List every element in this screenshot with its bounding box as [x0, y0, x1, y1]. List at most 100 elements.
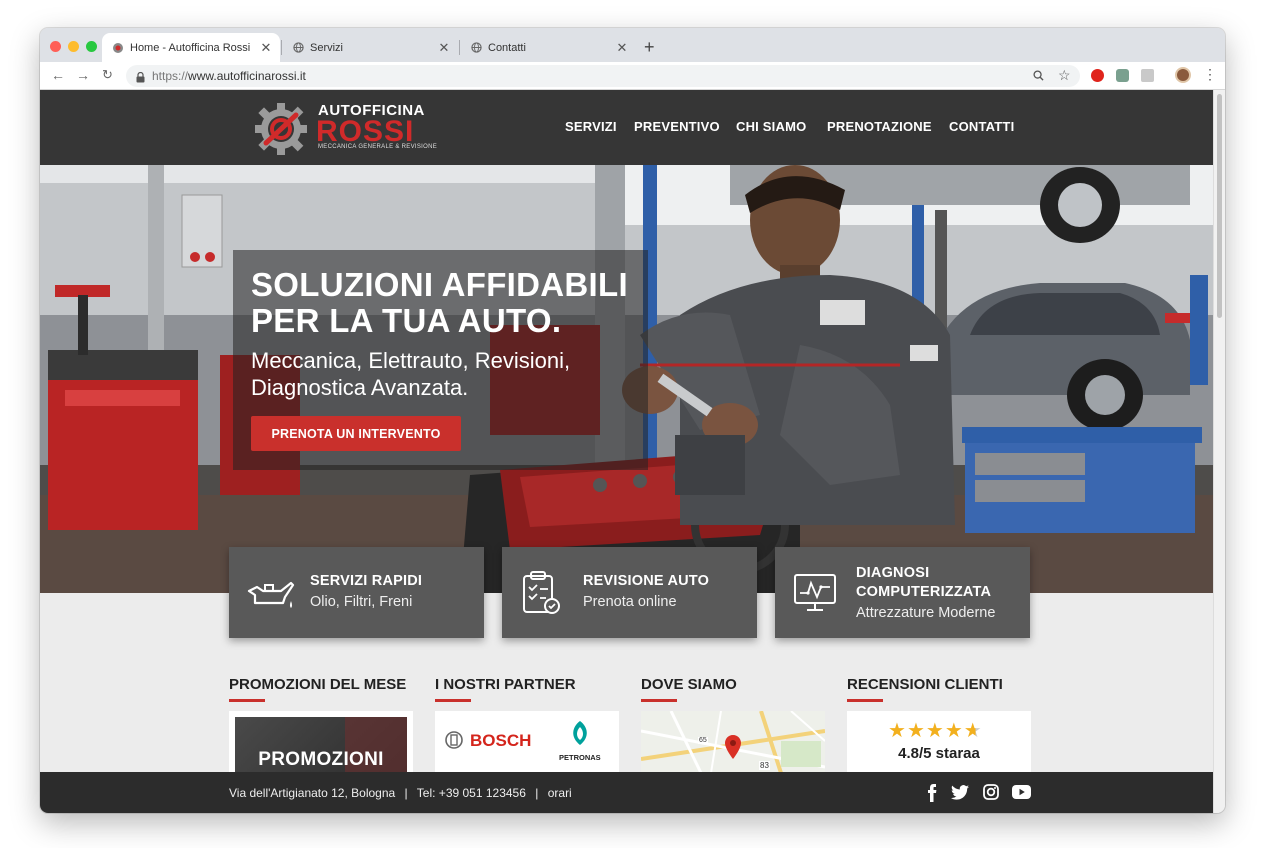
- feature-subtitle: Olio, Filtri, Freni: [310, 594, 413, 610]
- extension-icon[interactable]: [1116, 69, 1129, 82]
- feature-title-line2: COMPUTERIZZATA: [856, 584, 992, 600]
- logo-tagline: MECCANICA GENERALE & REVISIONE: [318, 144, 438, 150]
- window-controls: [50, 41, 97, 52]
- location-section-title: DOVE SIAMO: [641, 676, 737, 693]
- forward-arrow-icon[interactable]: →: [76, 67, 90, 83]
- section-underline: [847, 699, 883, 702]
- tab-title: Contatti: [488, 41, 526, 54]
- bookmark-star-icon[interactable]: ☆: [1058, 67, 1071, 84]
- facebook-icon[interactable]: [926, 784, 938, 802]
- browser-toolbar: ← → ↻ https://www.autofficinarossi.it ☆ …: [40, 62, 1225, 90]
- section-underline: [229, 699, 265, 702]
- tab-contatti[interactable]: Contatti ✕: [460, 33, 636, 62]
- bosch-logo-icon: [445, 731, 463, 749]
- hero-subtitle-line2: Diagnostica Avanzata.: [251, 375, 469, 400]
- hero-title-line1: SOLUZIONI AFFIDABILI: [251, 266, 628, 303]
- tab-home[interactable]: Home - Autofficina Rossi ✕: [102, 33, 280, 62]
- nav-preventivo[interactable]: PREVENTIVO: [634, 119, 720, 134]
- url-scheme: https://: [152, 69, 189, 83]
- hero-banner: SOLUZIONI AFFIDABILI PER LA TUA AUTO. Me…: [40, 165, 1213, 593]
- minimize-window-button[interactable]: [68, 41, 79, 52]
- extension-icon[interactable]: [1141, 69, 1154, 82]
- nav-contatti[interactable]: CONTATTI: [949, 119, 1014, 134]
- hero-subtitle-line1: Meccanica, Elettrauto, Revisioni,: [251, 348, 571, 373]
- web-page: AUTOFFICINA ROSSI MECCANICA GENERALE & R…: [40, 90, 1213, 813]
- feature-card-revisione[interactable]: REVISIONE AUTO Prenota online: [502, 547, 757, 638]
- feature-title: DIAGNOSI COMPUTERIZZATA: [856, 564, 991, 602]
- profile-avatar[interactable]: [1175, 67, 1191, 83]
- hero-subtitle: Meccanica, Elettrauto, Revisioni, Diagno…: [251, 347, 570, 401]
- youtube-icon[interactable]: [1012, 785, 1031, 799]
- twitter-icon[interactable]: [951, 785, 969, 800]
- site-footer: Via dell'Artigianato 12, Bologna | Tel: …: [40, 772, 1213, 813]
- feature-subtitle: Prenota online: [583, 594, 677, 610]
- petronas-logo-text: PETRONAS: [559, 753, 601, 762]
- section-underline: [641, 699, 677, 702]
- browser-window: Home - Autofficina Rossi ✕ Servizi ✕ Con…: [40, 28, 1225, 813]
- opera-extension-icon[interactable]: [1091, 69, 1104, 82]
- rating-text: 4.8/5 staraa: [898, 745, 980, 762]
- footer-hours-link[interactable]: orari: [548, 786, 572, 800]
- instagram-icon[interactable]: [983, 784, 999, 800]
- footer-address: Via dell'Artigianato 12, Bologna: [229, 786, 396, 800]
- star-icon: ★: [925, 720, 945, 742]
- road-label: 83: [759, 761, 770, 770]
- promo-section-title: PROMOZIONI DEL MESE: [229, 676, 407, 693]
- back-arrow-icon[interactable]: ←: [51, 67, 65, 83]
- tab-servizi[interactable]: Servizi ✕: [282, 33, 458, 62]
- reload-icon[interactable]: ↻: [102, 67, 113, 83]
- diagnostic-monitor-icon: [794, 574, 836, 611]
- star-icon: ★: [906, 720, 926, 742]
- address-bar[interactable]: https://www.autofficinarossi.it ☆: [126, 65, 1080, 87]
- tab-title: Home - Autofficina Rossi: [130, 41, 251, 54]
- separator: |: [535, 786, 539, 800]
- zoom-icon[interactable]: [1033, 69, 1044, 84]
- footer-phone[interactable]: Tel: +39 051 123456: [417, 786, 526, 800]
- feature-subtitle: Attrezzature Moderne: [856, 605, 996, 621]
- half-star-icon: ★: [963, 720, 983, 742]
- site-logo[interactable]: AUTOFFICINA ROSSI MECCANICA GENERALE & R…: [252, 100, 437, 158]
- close-tab-icon[interactable]: ✕: [614, 40, 630, 56]
- hero-title: SOLUZIONI AFFIDABILI PER LA TUA AUTO.: [251, 267, 628, 339]
- location-map[interactable]: 65 83: [641, 711, 825, 773]
- road-label: 65: [698, 737, 708, 744]
- hero-title-line2: PER LA TUA AUTO.: [251, 302, 562, 339]
- map-pin-icon: [725, 735, 741, 759]
- bosch-logo-text: BOSCH: [470, 731, 532, 750]
- book-service-button[interactable]: PRENOTA UN INTERVENTO: [251, 416, 461, 451]
- close-tab-icon[interactable]: ✕: [436, 40, 452, 56]
- feature-card-diagnosi[interactable]: DIAGNOSI COMPUTERIZZATA Attrezzature Mod…: [775, 547, 1030, 638]
- more-menu-icon[interactable]: ⋮: [1203, 66, 1217, 83]
- clipboard-check-icon: [523, 571, 560, 614]
- star-icon: ★: [944, 720, 964, 742]
- feature-title-line1: DIAGNOSI: [856, 565, 930, 581]
- feature-card-servizi-rapidi[interactable]: SERVIZI RAPIDI Olio, Filtri, Freni: [229, 547, 484, 638]
- reviews-section-title: RECENSIONI CLIENTI: [847, 676, 1003, 693]
- page-scrollbar[interactable]: [1213, 90, 1225, 813]
- partners-section-title: I NOSTRI PARTNER: [435, 676, 576, 693]
- feature-title: SERVIZI RAPIDI: [310, 573, 423, 589]
- globe-icon: [470, 42, 482, 54]
- new-tab-button[interactable]: +: [644, 37, 655, 58]
- url-text[interactable]: https://www.autofficinarossi.it: [152, 69, 306, 83]
- nav-servizi[interactable]: SERVIZI: [565, 119, 617, 134]
- close-tab-icon[interactable]: ✕: [258, 40, 274, 56]
- oil-can-icon: [247, 581, 295, 608]
- promo-card[interactable]: PROMOZIONI: [229, 711, 413, 773]
- petronas-logo-icon: [573, 721, 587, 745]
- url-host: www.autofficinarossi.it: [188, 69, 306, 83]
- globe-icon: [292, 42, 304, 54]
- maximize-window-button[interactable]: [86, 41, 97, 52]
- promo-banner-text: PROMOZIONI: [258, 749, 384, 770]
- star-rating: ★★★★★: [888, 721, 983, 741]
- tab-strip: Home - Autofficina Rossi ✕ Servizi ✕ Con…: [40, 28, 1225, 62]
- nav-prenotazione[interactable]: PRENOTAZIONE: [827, 119, 932, 134]
- tab-title: Servizi: [310, 41, 344, 54]
- scrollbar-thumb[interactable]: [1217, 94, 1222, 318]
- nav-chi-siamo[interactable]: CHI SIAMO: [736, 119, 806, 134]
- gear-favicon-icon: [112, 42, 124, 54]
- feature-title: REVISIONE AUTO: [583, 573, 710, 589]
- site-header: AUTOFFICINA ROSSI MECCANICA GENERALE & R…: [40, 90, 1213, 165]
- reviews-card[interactable]: ★★★★★ 4.8/5 staraa: [847, 711, 1031, 773]
- close-window-button[interactable]: [50, 41, 61, 52]
